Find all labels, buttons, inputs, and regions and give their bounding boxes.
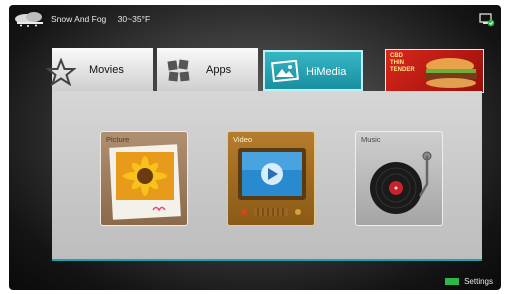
settings-label: Settings (464, 277, 493, 286)
promo-line: CBD (390, 53, 403, 59)
media-panel: Picture Video Music (52, 91, 482, 261)
promo-line: THIN (390, 60, 404, 66)
promo-text: CBD THIN TENDER (390, 53, 415, 74)
tab-himedia[interactable]: HiMedia (263, 50, 363, 91)
music-card-title: Music (361, 135, 381, 144)
picture-card-title: Picture (106, 135, 130, 144)
picture-icon (271, 60, 299, 82)
burger-image (425, 58, 477, 88)
music-card[interactable]: Music (355, 131, 443, 226)
status-bar: Snow And Fog 30~35°F (9, 5, 501, 35)
video-card[interactable]: Video (227, 131, 315, 226)
settings-hint[interactable]: Settings (445, 277, 493, 286)
promo-line: TENDER (390, 67, 415, 73)
promo-banner[interactable]: CBD THIN TENDER (385, 49, 484, 93)
tab-apps-label: Apps (206, 64, 232, 76)
tv-screen: Snow And Fog 30~35°F Movies Apps HiMedia… (9, 5, 501, 290)
turntable-icon (370, 151, 432, 214)
tab-movies[interactable]: Movies (46, 48, 153, 91)
weather-readout: Snow And Fog 30~35°F (51, 14, 150, 24)
tab-apps[interactable]: Apps (157, 48, 258, 91)
weather-condition: Snow And Fog (51, 14, 107, 24)
video-card-title: Video (233, 135, 253, 144)
tv-play-icon (238, 148, 306, 216)
apps-grid-icon (167, 59, 190, 82)
sunflower-photo-icon (109, 144, 181, 220)
tab-movies-label: Movies (89, 64, 124, 76)
temperature-range: 30~35°F (117, 14, 151, 24)
green-key-icon (445, 278, 460, 286)
picture-card[interactable]: Picture (100, 131, 188, 226)
cloud-snow-icon (15, 12, 43, 27)
star-icon (46, 58, 76, 86)
network-status-icon (479, 13, 495, 27)
tab-himedia-label: HiMedia (306, 66, 347, 78)
